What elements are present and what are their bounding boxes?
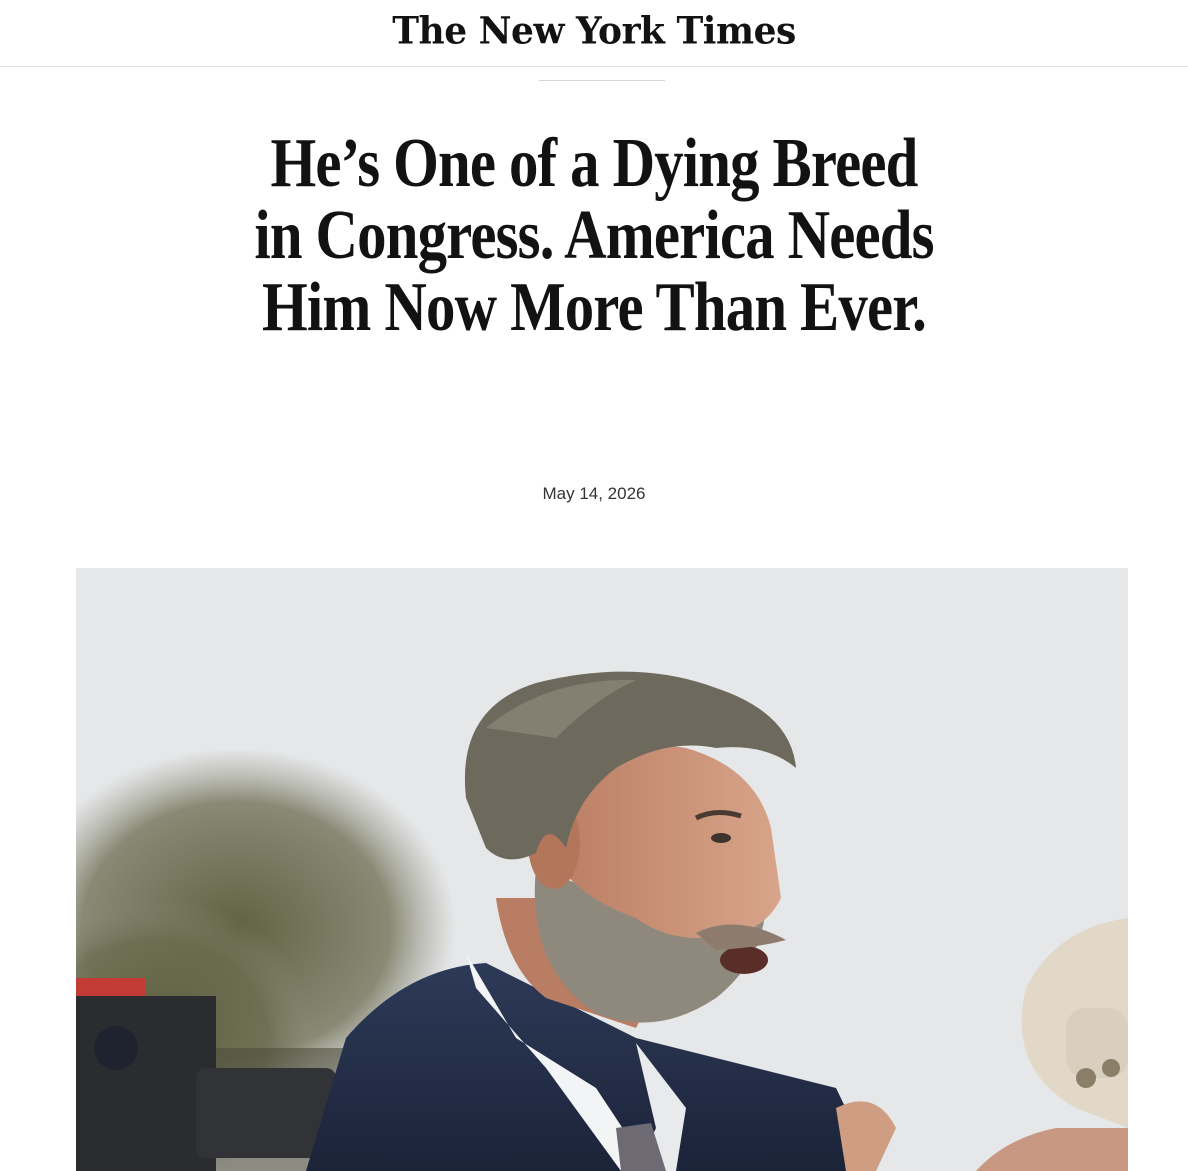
article-page: The New York Times He’s One of a Dying B…: [0, 0, 1188, 1171]
headline: He’s One of a Dying Breed in Congress. A…: [100, 125, 1088, 347]
masthead: The New York Times: [0, 0, 1188, 67]
lead-photo: [76, 568, 1128, 1171]
headline-line: Him Now More Than Ever.: [262, 269, 927, 347]
publish-date: May 14, 2026: [542, 484, 646, 503]
divider: [539, 80, 665, 81]
photo-illustration: [76, 568, 1128, 1171]
headline-line: in Congress. America Needs: [254, 197, 934, 275]
nyt-logo[interactable]: The New York Times: [392, 9, 796, 53]
headline-line: He’s One of a Dying Breed: [270, 125, 918, 202]
